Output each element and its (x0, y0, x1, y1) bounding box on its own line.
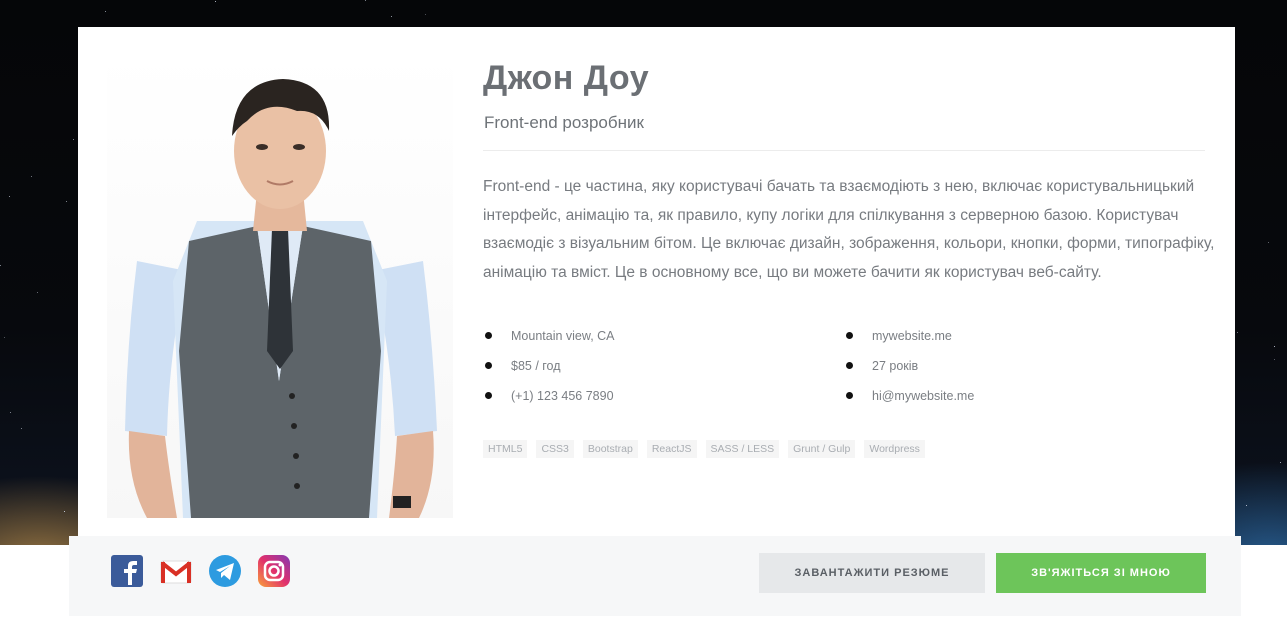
star (1274, 359, 1275, 360)
skill-tag: SASS / LESS (705, 440, 780, 458)
skill-tag: Wordpress (864, 440, 925, 458)
bullet-icon (485, 332, 492, 339)
star (66, 201, 67, 202)
star (1237, 332, 1238, 333)
star (1268, 242, 1269, 243)
star (64, 511, 65, 512)
skills-list: HTML5 CSS3 Bootstrap ReactJS SASS / LESS… (483, 440, 925, 458)
star (9, 196, 10, 197)
star (0, 265, 1, 266)
info-phone-text: (+1) 123 456 7890 (511, 389, 614, 403)
star (21, 428, 22, 429)
info-location: Mountain view, CA (483, 327, 823, 357)
info-website-text: mywebsite.me (872, 329, 952, 343)
profile-title: Front-end розробник (484, 113, 644, 132)
info-list-right: mywebsite.me 27 років hi@mywebsite.me (844, 327, 1184, 417)
profile-bio: Front-end - це частина, яку користувачі … (483, 178, 1215, 281)
star (105, 11, 106, 12)
download-cv-button[interactable]: ЗАВАНТАЖИТИ РЕЗЮМЕ (759, 553, 985, 593)
info-location-text: Mountain view, CA (511, 329, 615, 343)
info-age-text: 27 років (872, 359, 919, 373)
info-list-left: Mountain view, CA $85 / год (+1) 123 456… (483, 327, 823, 417)
star (215, 1, 216, 2)
info-phone: (+1) 123 456 7890 (483, 387, 823, 417)
star (1274, 346, 1275, 347)
star (391, 16, 392, 17)
social-links (110, 553, 291, 589)
star (365, 0, 366, 1)
bullet-icon (846, 392, 853, 399)
bullet-icon (846, 362, 853, 369)
star (31, 176, 32, 177)
info-email-text: hi@mywebsite.me (872, 389, 975, 403)
divider (483, 150, 1205, 151)
telegram-icon[interactable] (208, 553, 242, 589)
info-email: hi@mywebsite.me (844, 387, 1184, 417)
star (1246, 505, 1247, 506)
info-age: 27 років (844, 357, 1184, 387)
info-rate-text: $85 / год (511, 359, 561, 373)
skill-tag: Bootstrap (582, 440, 638, 458)
star (425, 14, 426, 15)
profile-name: Джон Доу (483, 59, 650, 97)
star (37, 292, 38, 293)
contact-me-button[interactable]: ЗВ'ЯЖІТЬСЯ ЗІ МНОЮ (996, 553, 1206, 593)
star (10, 412, 11, 413)
bullet-icon (846, 332, 853, 339)
bullet-icon (485, 392, 492, 399)
gmail-icon[interactable] (159, 553, 193, 589)
skill-tag: Grunt / Gulp (788, 440, 856, 458)
info-rate: $85 / год (483, 357, 823, 387)
info-website: mywebsite.me (844, 327, 1184, 357)
bullet-icon (485, 362, 492, 369)
facebook-icon[interactable] (110, 553, 144, 589)
star (4, 337, 5, 338)
skill-tag: ReactJS (646, 440, 697, 458)
skill-tag: CSS3 (536, 440, 574, 458)
profile-card: Джон Доу Front-end розробник Front-end -… (78, 27, 1235, 545)
action-bar: ЗАВАНТАЖИТИ РЕЗЮМЕ ЗВ'ЯЖІТЬСЯ ЗІ МНОЮ (69, 536, 1241, 616)
profile-photo (107, 51, 453, 518)
star (1280, 462, 1281, 463)
star (73, 139, 74, 140)
skill-tag: HTML5 (483, 440, 528, 458)
instagram-icon[interactable] (257, 553, 291, 589)
